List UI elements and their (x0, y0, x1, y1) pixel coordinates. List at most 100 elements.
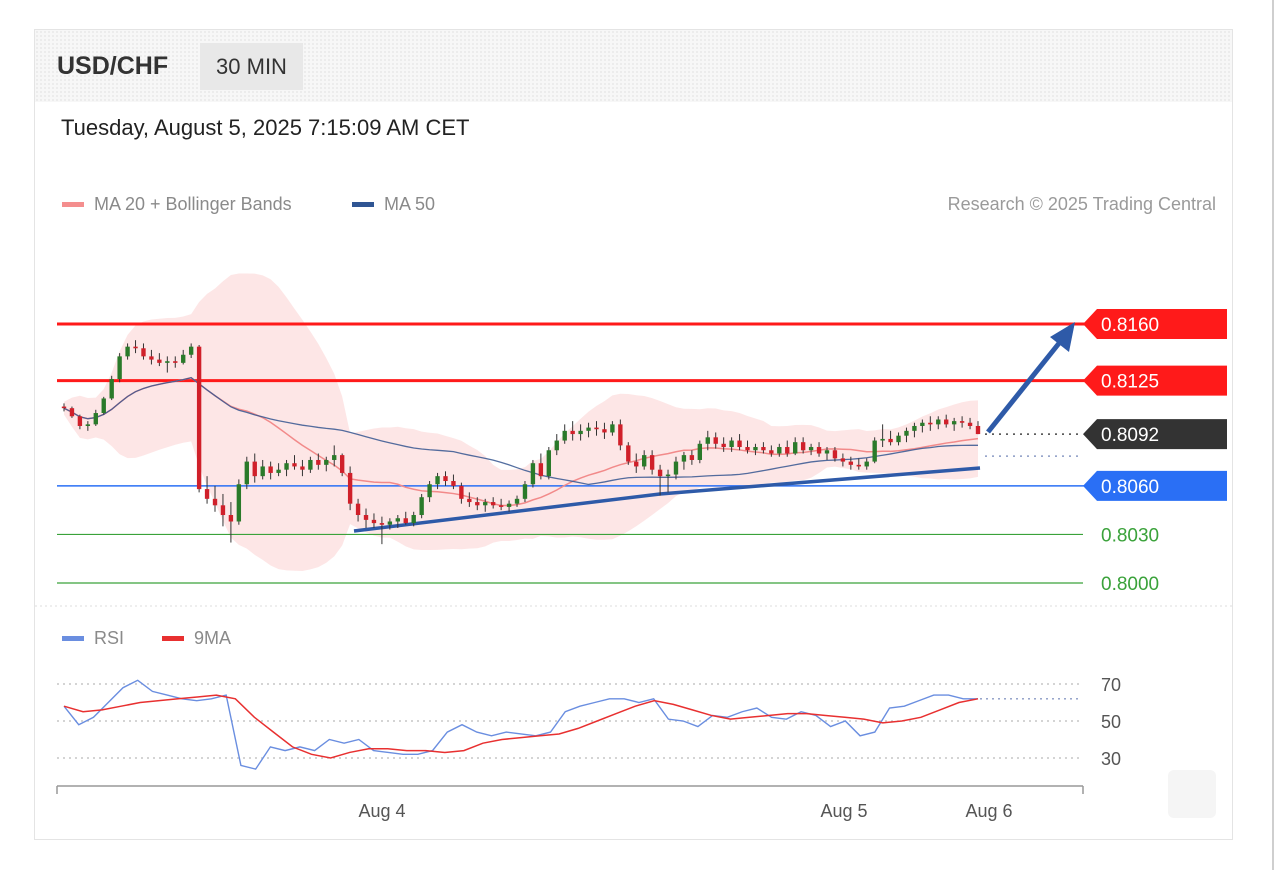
candle-body (800, 442, 806, 451)
candle-body (85, 424, 91, 426)
candle-body (570, 430, 575, 435)
candle-body (745, 447, 750, 451)
candle-body (753, 447, 758, 451)
candle-body (928, 422, 933, 425)
rsi-ref-label: 70 (1101, 675, 1121, 695)
candle-body (713, 437, 718, 444)
candle-body (268, 466, 273, 473)
candle-body (165, 361, 170, 363)
candle-body (642, 455, 647, 467)
candle-body (316, 459, 321, 465)
candle-body (308, 459, 313, 470)
candle-body (101, 398, 106, 414)
candle-body (284, 463, 289, 470)
candle-body (117, 356, 122, 380)
candle-body (880, 438, 885, 441)
candle-body (673, 461, 679, 475)
candle-body (411, 515, 416, 524)
candle-body (610, 424, 615, 433)
candle-body (387, 521, 393, 525)
candle-body (61, 406, 67, 409)
candle-body (824, 450, 830, 454)
candle-body (649, 455, 655, 470)
candle-body (133, 346, 138, 349)
candle-body (832, 450, 838, 459)
candle-body (220, 505, 226, 516)
candle-body (665, 474, 671, 477)
candle-body (634, 461, 639, 467)
candle-body (467, 498, 472, 503)
candle-body (848, 461, 854, 465)
candle-body (840, 458, 846, 462)
candle-body (371, 519, 377, 524)
candle-body (602, 429, 607, 433)
candle-body (347, 472, 353, 504)
candle-body (379, 523, 385, 525)
candle-body (300, 466, 305, 470)
candle-body (785, 447, 790, 454)
candle-body (777, 447, 782, 454)
candle-body (506, 503, 512, 507)
candle-body (896, 435, 901, 443)
candle-body (538, 463, 544, 477)
candle-body (959, 421, 965, 423)
candle-body (355, 503, 361, 516)
candle-body (141, 348, 146, 357)
pivot-tag-label: 0.8060 (1101, 477, 1159, 498)
candle-body (530, 463, 536, 485)
candle-body (657, 469, 663, 477)
candle-body (157, 359, 162, 363)
support-label: 0.8000 (1101, 574, 1159, 595)
candle-body (475, 502, 480, 506)
candle-body (975, 425, 981, 435)
candle-body (888, 438, 893, 443)
resistance-tag-label: 0.8160 (1101, 315, 1159, 336)
candle-body (276, 469, 281, 473)
candle-body (793, 442, 798, 454)
candle-body (856, 464, 861, 467)
candle-body (761, 447, 766, 451)
candle-body (395, 518, 400, 522)
candle-body (514, 498, 520, 504)
candle-body (705, 437, 710, 444)
last-price-tag-label: 0.8092 (1101, 425, 1159, 446)
price-chart: 0.8160 0.8125 0.8092 0.8060 0.8030 0.8000 70 5… (35, 273, 1232, 821)
candle-body (244, 461, 249, 485)
candle-body (626, 445, 631, 462)
candle-body (920, 422, 925, 426)
x-tick-label: Aug 5 (820, 801, 867, 821)
candle-body (69, 408, 75, 417)
support-label: 0.8030 (1101, 525, 1159, 546)
candle-body (872, 440, 877, 462)
candle-body (737, 440, 742, 448)
candle-body (188, 346, 194, 355)
candle-body (149, 356, 154, 360)
candle-body (93, 413, 98, 425)
candle-body (339, 455, 345, 473)
candle-body (721, 443, 726, 448)
candle-body (681, 455, 687, 462)
projection-arrow-shaft (986, 340, 1062, 434)
candle-body (77, 416, 83, 426)
candle-body (594, 427, 599, 430)
rsi-line (63, 679, 978, 770)
candle-body (363, 515, 369, 520)
candle-body (936, 419, 941, 425)
candle-body (951, 421, 957, 425)
candle-body (181, 354, 186, 363)
candle-body (403, 518, 408, 524)
candle-body (252, 461, 257, 477)
candle-body (618, 424, 623, 446)
candle-body (435, 476, 440, 485)
page-scrollbar[interactable] (1272, 0, 1274, 870)
candle-body (204, 489, 210, 499)
candle-body (586, 427, 591, 431)
candle-body (578, 430, 583, 435)
candle-body (912, 425, 917, 431)
candle-body (944, 419, 949, 425)
candle-body (324, 459, 329, 465)
expand-button[interactable] (1168, 770, 1216, 818)
candle-body (546, 450, 552, 477)
candle-body (816, 447, 822, 454)
candle-body (689, 455, 695, 460)
